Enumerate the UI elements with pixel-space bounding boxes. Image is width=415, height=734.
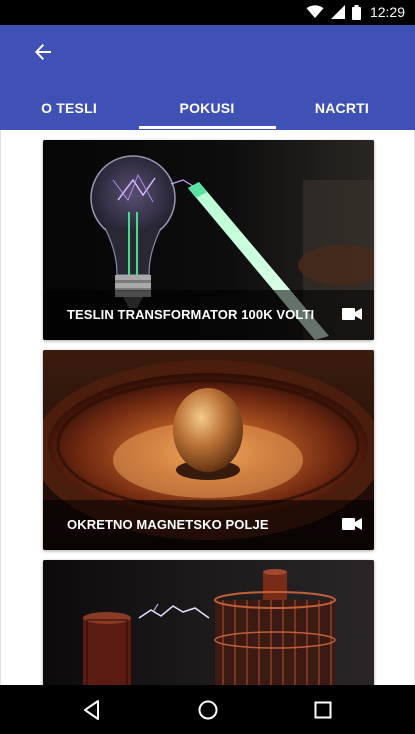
video-camera-icon: [342, 518, 362, 530]
navigation-bar: [0, 685, 415, 734]
recents-square-icon: [314, 701, 332, 719]
wifi-icon: [306, 5, 324, 18]
card-title: OKRETNO MAGNETSKO POLJE: [67, 517, 269, 532]
screen: 12:29 O TESLI POKUSI NACRTI TESLIN TRANS…: [0, 0, 415, 734]
arrow-back-icon: [35, 44, 51, 60]
tab-nacrti[interactable]: NACRTI: [276, 85, 415, 130]
status-icons: 12:29: [306, 4, 405, 20]
status-time: 12:29: [369, 4, 405, 20]
nav-back-button[interactable]: [79, 697, 105, 723]
card-okretno-magnetsko-polje[interactable]: OKRETNO MAGNETSKO POLJE: [43, 350, 374, 550]
tab-bar: O TESLI POKUSI NACRTI: [0, 85, 415, 130]
tab-label: NACRTI: [314, 99, 369, 116]
status-bar: 12:29: [0, 0, 415, 25]
battery-icon: [351, 4, 361, 20]
home-circle-icon: [198, 700, 218, 720]
back-triangle-icon: [84, 700, 99, 720]
card-image-tesla-coils: [43, 560, 374, 685]
card-tesla-coils[interactable]: [43, 560, 374, 685]
tab-pokusi[interactable]: POKUSI: [138, 85, 276, 130]
tab-o-tesli[interactable]: O TESLI: [0, 85, 138, 130]
nav-home-button[interactable]: [195, 697, 221, 723]
video-camera-icon: [342, 308, 362, 320]
card-title: TESLIN TRANSFORMATOR 100K VOLTI: [67, 307, 315, 322]
back-button[interactable]: [29, 38, 57, 66]
tab-label: O TESLI: [41, 99, 97, 116]
card-caption: TESLIN TRANSFORMATOR 100K VOLTI: [43, 290, 374, 340]
tab-indicator: [139, 126, 276, 129]
signal-icon: [330, 5, 345, 19]
nav-recents-button[interactable]: [310, 697, 336, 723]
card-caption: OKRETNO MAGNETSKO POLJE: [43, 500, 374, 550]
tab-label: POKUSI: [179, 99, 235, 116]
card-list[interactable]: TESLIN TRANSFORMATOR 100K VOLTI OKRETNO …: [0, 130, 415, 685]
app-bar: O TESLI POKUSI NACRTI: [0, 25, 415, 130]
card-teslin-transformator[interactable]: TESLIN TRANSFORMATOR 100K VOLTI: [43, 140, 374, 340]
